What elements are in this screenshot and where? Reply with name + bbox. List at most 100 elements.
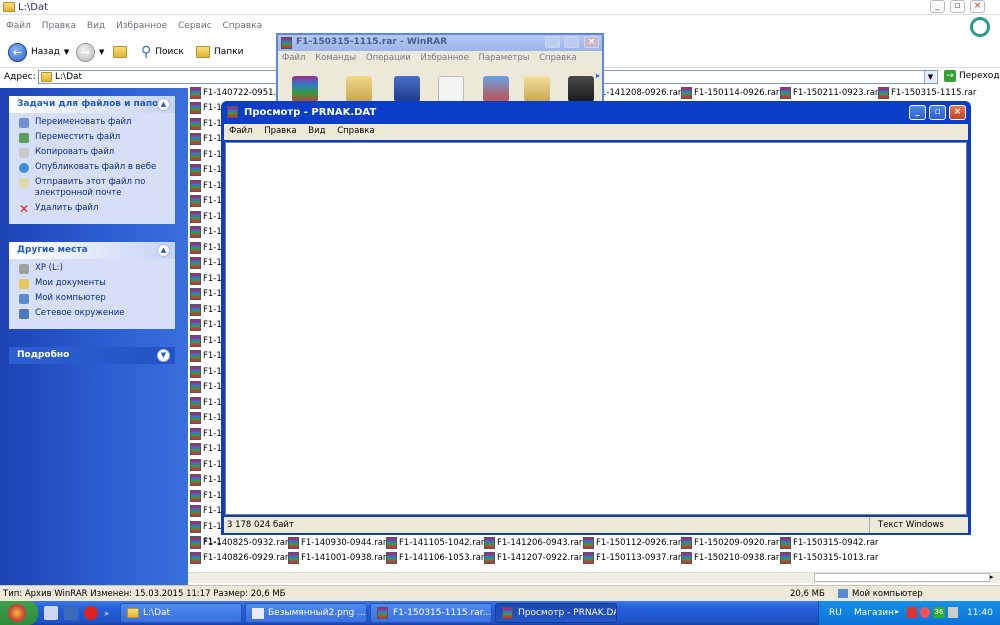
file-item[interactable]: F1-140826-0929.rar bbox=[190, 550, 288, 565]
winrar-menu-file[interactable]: Файл bbox=[282, 53, 305, 63]
clock[interactable]: 11:40 bbox=[967, 608, 993, 618]
delete-icon[interactable] bbox=[483, 76, 509, 102]
file-item[interactable]: F1-1 bbox=[190, 178, 222, 193]
file-item[interactable]: F1-150315-1115.rar bbox=[878, 85, 976, 100]
folders-button[interactable]: Папки bbox=[196, 41, 243, 63]
quicklaunch-more-icon[interactable]: » bbox=[104, 609, 109, 618]
move-file-link[interactable]: Переместить файл bbox=[19, 132, 175, 143]
minimize-button[interactable]: _ bbox=[909, 105, 926, 120]
winrar-menu-operations[interactable]: Операции bbox=[366, 53, 411, 63]
scrollbar-thumb[interactable] bbox=[814, 573, 990, 582]
view-icon[interactable] bbox=[438, 76, 464, 102]
file-item[interactable]: F1-1 bbox=[190, 333, 222, 348]
place-network[interactable]: Сетевое окружение bbox=[19, 308, 175, 319]
tray-status-icon[interactable]: 36 bbox=[933, 607, 945, 618]
up-folder-button[interactable] bbox=[113, 41, 127, 63]
file-item[interactable]: F1-150114-0926.rar bbox=[681, 85, 779, 100]
taskbar-item-explorer[interactable]: L:\Dat bbox=[120, 603, 242, 623]
menu-favorites[interactable]: Избранное bbox=[116, 21, 167, 31]
collapse-chevron-icon[interactable]: ▲ bbox=[157, 244, 170, 257]
file-item[interactable]: F1-140825-0932.rar bbox=[190, 535, 288, 550]
explorer-title-bar[interactable]: L:\Dat _ ▫ × bbox=[0, 0, 1000, 15]
minimize-button[interactable] bbox=[545, 36, 560, 48]
tray-antivirus-icon[interactable] bbox=[920, 607, 930, 618]
file-item[interactable]: F1-141001-0938.rar bbox=[288, 550, 386, 565]
copy-file-link[interactable]: Копировать файл bbox=[19, 147, 175, 158]
quicklaunch-desktop-icon[interactable] bbox=[44, 606, 58, 620]
file-item[interactable]: F1-150211-0923.rar bbox=[780, 85, 878, 100]
language-indicator[interactable]: RU bbox=[829, 608, 842, 618]
scroll-right-icon[interactable]: ▸ bbox=[990, 573, 994, 581]
taskbar-item-winrar[interactable]: F1-150315-1115.rar... bbox=[370, 603, 492, 623]
horizontal-scrollbar[interactable]: ▸ bbox=[188, 572, 1000, 583]
file-item[interactable]: F1-1 bbox=[190, 395, 222, 410]
extract-icon[interactable] bbox=[346, 76, 372, 102]
go-button[interactable]: → Переход bbox=[944, 70, 1000, 82]
menu-view[interactable]: Вид bbox=[87, 21, 105, 31]
file-item[interactable]: F1-1 bbox=[190, 519, 222, 534]
file-item[interactable]: F1-1 bbox=[190, 209, 222, 224]
file-item[interactable]: F1-150113-0937.rar bbox=[583, 550, 681, 565]
viewer-menu-view[interactable]: Вид bbox=[308, 126, 325, 136]
file-item[interactable]: F1-1 bbox=[190, 411, 222, 426]
file-tasks-header[interactable]: Задачи для файлов и папок ▲ bbox=[9, 96, 175, 113]
menu-tools[interactable]: Сервис bbox=[178, 21, 212, 31]
file-item[interactable]: F1-1 bbox=[190, 457, 222, 472]
file-item[interactable]: F1-1 bbox=[190, 349, 222, 364]
file-item[interactable]: F1-1 bbox=[190, 302, 222, 317]
file-item[interactable]: F1-150209-0920.rar bbox=[681, 535, 779, 550]
other-places-header[interactable]: Другие места ▲ bbox=[9, 242, 175, 259]
file-item[interactable]: F1-140930-0944.rar bbox=[288, 535, 386, 550]
file-item[interactable]: F1-1 bbox=[190, 473, 222, 488]
file-item[interactable]: F1-150112-0926.rar bbox=[583, 535, 681, 550]
start-button[interactable] bbox=[0, 601, 38, 625]
file-item[interactable]: F1-1 bbox=[190, 504, 222, 519]
close-button[interactable]: × bbox=[584, 36, 599, 48]
dropdown-icon[interactable]: ▼ bbox=[64, 48, 69, 56]
file-item[interactable]: F1-1 bbox=[190, 225, 222, 240]
taskbar-item-image[interactable]: Безымянный2.png ... bbox=[245, 603, 367, 623]
close-button[interactable]: × bbox=[970, 0, 985, 13]
place-my-documents[interactable]: Мои документы bbox=[19, 278, 175, 289]
viewer-content-area[interactable] bbox=[225, 142, 967, 515]
file-item[interactable]: F1-140722-0951.rar bbox=[190, 85, 288, 100]
file-item[interactable]: F1-1 bbox=[190, 442, 222, 457]
maximize-button[interactable]: ▫ bbox=[950, 0, 965, 13]
dropdown-icon[interactable]: ▼ bbox=[99, 48, 104, 56]
shop-label[interactable]: Магазин bbox=[854, 608, 894, 618]
winrar-menu-commands[interactable]: Команды bbox=[315, 53, 356, 63]
menu-edit[interactable]: Правка bbox=[42, 21, 76, 31]
file-item[interactable]: F1-1 bbox=[190, 132, 222, 147]
place-xp-drive[interactable]: XP (L:) bbox=[19, 263, 175, 274]
file-item[interactable]: F1-150315-0942.rar bbox=[780, 535, 878, 550]
email-file-link[interactable]: Отправить этот файл по электронной почте bbox=[19, 177, 175, 199]
details-header[interactable]: Подробно ▼ bbox=[9, 347, 175, 364]
file-item[interactable]: F1-1 bbox=[190, 271, 222, 286]
address-dropdown-icon[interactable]: ▼ bbox=[924, 71, 936, 83]
file-item[interactable]: F1-1 bbox=[190, 364, 222, 379]
search-button[interactable]: ⚲ Поиск bbox=[141, 41, 184, 63]
viewer-menu-help[interactable]: Справка bbox=[337, 126, 374, 136]
winrar-menu-options[interactable]: Параметры bbox=[479, 53, 530, 63]
rename-file-link[interactable]: Переименовать файл bbox=[19, 117, 175, 128]
menu-help[interactable]: Справка bbox=[223, 21, 263, 31]
file-item[interactable]: F1-1 bbox=[190, 488, 222, 503]
tray-expand-icon[interactable]: ▸ bbox=[895, 607, 899, 616]
find-icon[interactable] bbox=[524, 76, 550, 102]
file-item[interactable]: F1-1 bbox=[190, 256, 222, 271]
maximize-button[interactable]: ▫ bbox=[929, 105, 946, 120]
forward-button[interactable]: → ▼ bbox=[76, 41, 104, 63]
delete-file-link[interactable]: ✕ Удалить файл bbox=[19, 203, 175, 215]
file-item[interactable]: F1-1 bbox=[190, 101, 222, 116]
close-button[interactable]: × bbox=[949, 105, 966, 120]
file-item[interactable]: F1-1 bbox=[190, 116, 222, 131]
menu-file[interactable]: Файл bbox=[6, 21, 31, 31]
quicklaunch-opera-icon[interactable] bbox=[84, 606, 98, 620]
tray-app-icon[interactable] bbox=[907, 607, 917, 618]
back-button[interactable]: ← Назад ▼ bbox=[8, 41, 69, 63]
minimize-button[interactable]: _ bbox=[930, 0, 945, 13]
file-item[interactable]: F1-141106-1053.rar bbox=[386, 550, 484, 565]
place-my-computer[interactable]: Мой компьютер bbox=[19, 293, 175, 304]
file-item[interactable]: F1-141105-1042.rar bbox=[386, 535, 484, 550]
toolbar-more-icon[interactable]: ▸ bbox=[596, 71, 600, 80]
